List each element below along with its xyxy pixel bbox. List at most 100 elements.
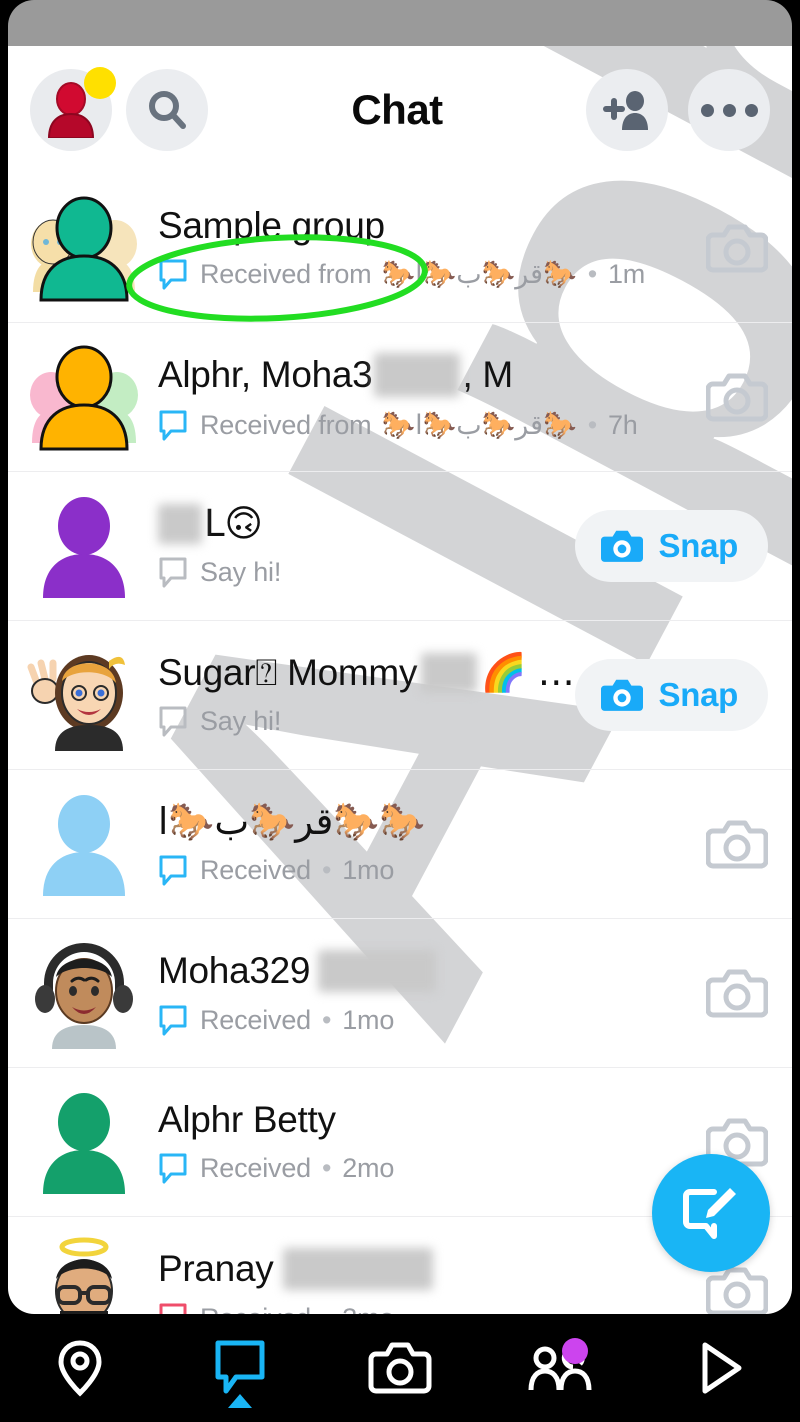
chat-status: Received • 3mo [158,1302,706,1314]
chat-timestamp: 1mo [342,1004,395,1035]
chat-title-text: Sample group [158,204,385,246]
chat-screen-sheet: Alphr Chat Sample group Received from 🐎ق… [8,46,792,1314]
separator-dot: • [321,1152,332,1183]
camera-icon [368,1342,432,1394]
snap-button-label: Snap [658,527,739,564]
group-avatar-orange-icon [30,345,138,451]
bitmoji-headphones-icon [35,943,133,1049]
chat-title-text: L🙃 [204,501,263,545]
page-title: Chat [351,86,443,133]
row-action[interactable]: Snap [574,659,768,731]
chat-row-arabic[interactable]: قر🐎ب🐎ا🐎🐎 Received • 1mo [8,770,792,919]
avatar [18,938,150,1049]
play-spotlight-icon [702,1342,742,1394]
chat-timestamp: 7h [607,409,638,440]
camera-icon [706,820,768,869]
chat-status-text: Received [200,1004,311,1035]
chat-title-text: Pranay [158,1247,274,1289]
chat-status-extra: 🐎قر🐎ب🐎ا🐎 [381,259,577,291]
avatar-purple-icon [43,497,125,598]
nav-item-spotlight[interactable] [640,1314,800,1422]
chat-bubble-icon [159,557,187,588]
snap-button-label: Snap [658,676,739,713]
chat-bubble-icon [159,1303,187,1314]
camera-icon [706,373,768,422]
chat-status-text: Received from [200,409,372,440]
separator-dot: • [321,854,332,885]
new-chat-fab[interactable] [652,1154,770,1272]
chat-status-text: Received [200,854,311,885]
nav-item-camera[interactable] [320,1314,480,1422]
avatar [18,193,150,303]
more-options-button[interactable] [688,69,770,151]
camera-icon [600,679,643,711]
chat-title: L🙃 [158,501,575,545]
chat-timestamp: 2mo [342,1152,395,1183]
add-friend-button[interactable] [586,69,668,151]
row-action[interactable] [706,964,768,1022]
nav-item-friends[interactable] [480,1314,640,1422]
status-bar [8,0,792,46]
chat-title: قر🐎ب🐎ا🐎🐎 [158,799,706,843]
profile-avatar-button[interactable] [30,67,116,151]
avatar [18,491,150,601]
avatar-lightblue-icon [43,795,125,896]
chat-status: Received • 2mo [158,1152,706,1184]
chat-status-extra: 🐎قر🐎ب🐎ا🐎 [381,410,577,441]
chat-status-text: Received [200,1152,311,1183]
row-action[interactable] [706,815,768,873]
chat-status: Say hi! [158,556,575,588]
chat-timestamp: 1mo [342,854,395,885]
chat-bubble-icon [159,855,187,886]
chat-row-l[interactable]: L🙃 Say hi! Snap [8,472,792,621]
chat-status: Received • 1mo [158,854,706,886]
camera-icon [706,969,768,1018]
active-tab-indicator [228,1394,252,1408]
chat-status: Received from 🐎قر🐎ب🐎ا🐎 • 1m [158,258,706,290]
chat-title: Pranay [158,1248,706,1290]
chat-row-sample-group[interactable]: Sample group Received from 🐎قر🐎ب🐎ا🐎 • 1m [8,174,792,323]
more-options-icon [700,103,758,117]
chat-title-text: Alphr, Moha3 [158,353,373,395]
chat-bubble-icon [215,1340,265,1394]
chat-title-text: قر🐎ب🐎ا🐎🐎 [158,799,426,843]
chat-timestamp: 3mo [342,1303,394,1315]
friends-badge [562,1338,588,1364]
nav-item-chat[interactable] [160,1314,320,1422]
chat-row-alphr-group[interactable]: Alphr, Moha3 , M Received from 🐎قر🐎ب🐎ا🐎 … [8,323,792,472]
avatar [18,640,150,751]
chat-status-text: Say hi! [200,705,282,736]
nav-item-map[interactable] [0,1314,160,1422]
compose-chat-icon [683,1188,736,1239]
avatar [18,342,150,452]
chat-row-moha329[interactable]: Moha329 Received • 1mo [8,919,792,1068]
chat-timestamp: 1m [607,258,646,289]
notification-dot [84,67,116,99]
chat-status-text: Received from [200,258,372,289]
chat-title-suffix: , M [462,353,513,395]
avatar [18,789,150,899]
chat-header: Chat [8,46,792,174]
chat-title-text: Alphr Betty [158,1098,336,1140]
chat-title-text: Moha329 [158,949,311,991]
chat-status: Received from 🐎قر🐎ب🐎ا🐎 • 7h [158,409,706,441]
snap-button[interactable]: Snap [574,510,768,582]
chat-row-sugar-mommy[interactable]: Sugar⍰ Mommy 🌈 … Say hi! Snap [8,621,792,770]
avatar [18,1087,150,1197]
snap-button[interactable]: Snap [574,659,768,731]
row-action[interactable] [706,368,768,426]
camera-icon [706,224,768,273]
search-icon [149,91,186,129]
chat-title: Sugar⍰ Mommy 🌈 … [158,652,575,694]
bitmoji-waving-girl-icon [27,655,125,751]
add-friend-icon [603,91,648,130]
avatar-green-icon [43,1093,125,1194]
row-action[interactable] [706,219,768,277]
redacted-text [158,504,202,544]
chat-bubble-icon [159,259,187,290]
search-button[interactable] [126,69,208,151]
redacted-text [421,653,477,693]
redacted-text [283,1248,434,1290]
chat-title: Alphr Betty [158,1098,706,1141]
row-action[interactable]: Snap [574,510,768,582]
